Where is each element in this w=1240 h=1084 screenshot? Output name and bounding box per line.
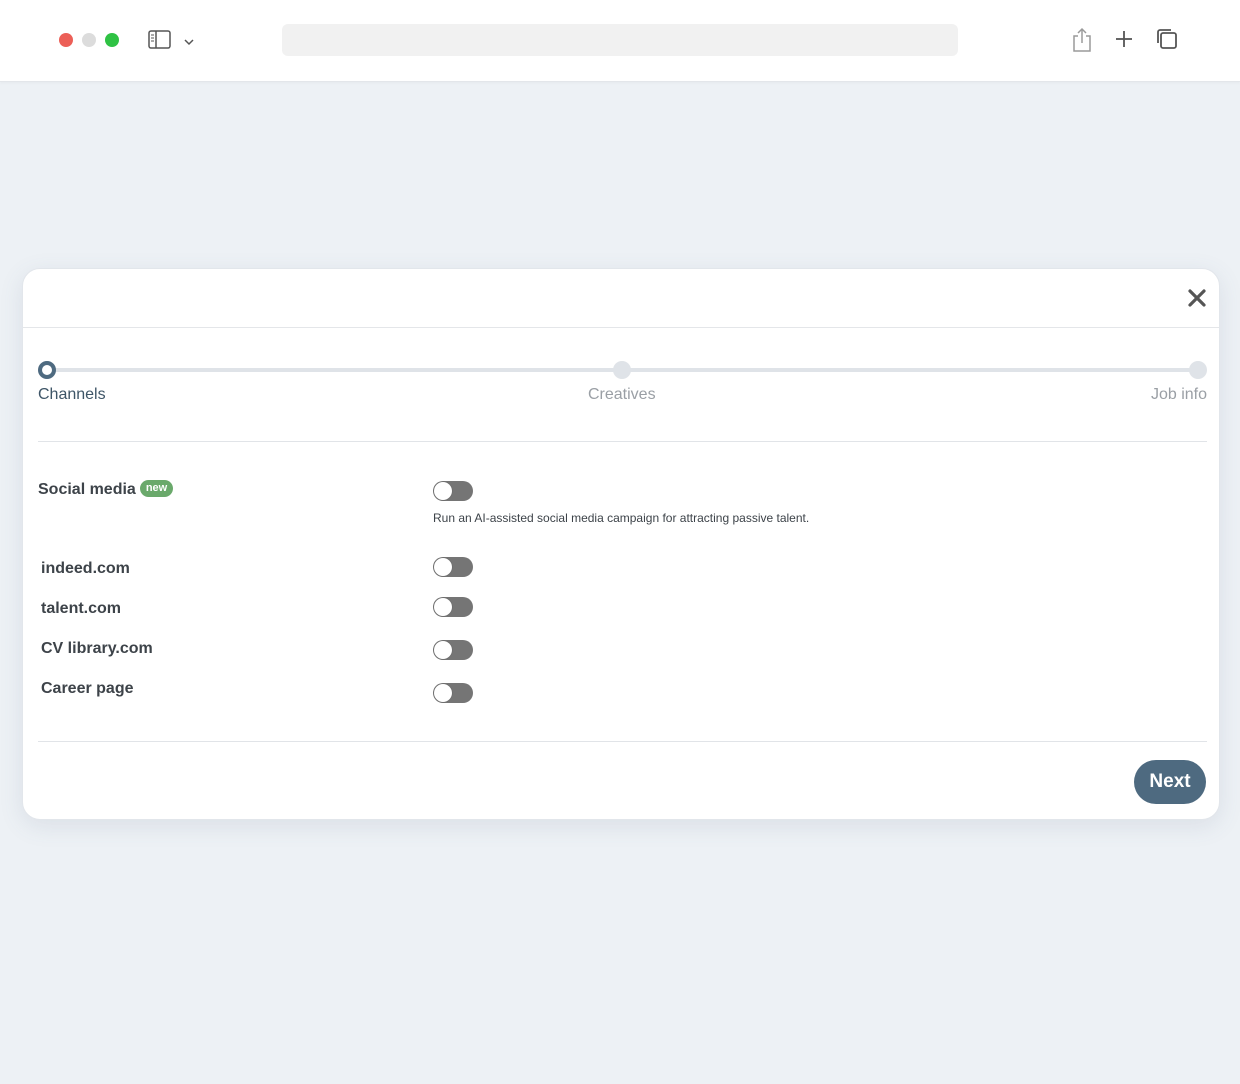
step-dot-job-info[interactable]	[1189, 361, 1207, 379]
step-label-job-info[interactable]: Job info	[1151, 386, 1207, 404]
channel-label-cv-library: CV library.com	[41, 640, 153, 657]
close-icon[interactable]	[1185, 286, 1209, 310]
close-window-button[interactable]	[59, 33, 73, 47]
step-dot-creatives[interactable]	[613, 361, 631, 379]
channel-label-career-page: Career page	[41, 680, 134, 697]
social-media-toggle[interactable]	[433, 481, 473, 501]
cv-library-toggle[interactable]	[433, 640, 473, 660]
next-button[interactable]: Next	[1134, 760, 1206, 804]
share-icon[interactable]	[1071, 27, 1093, 58]
job-posting-modal: Channels Creatives Job info Social media…	[22, 268, 1220, 820]
divider	[38, 441, 1207, 442]
divider	[38, 741, 1207, 742]
career-page-toggle[interactable]	[433, 683, 473, 703]
channel-label-talent: talent.com	[41, 600, 122, 617]
minimize-window-button[interactable]	[82, 33, 96, 47]
modal-header	[23, 269, 1219, 328]
progress-stepper: Channels Creatives Job info	[38, 361, 1207, 421]
tab-overview-icon[interactable]	[1155, 27, 1179, 56]
step-label-creatives[interactable]: Creatives	[588, 386, 656, 404]
step-dot-channels[interactable]	[38, 361, 56, 379]
channel-name: Social media	[38, 481, 136, 498]
chevron-down-icon[interactable]	[183, 34, 195, 52]
zoom-window-button[interactable]	[105, 33, 119, 47]
channel-label-social-media: Social media new	[38, 480, 174, 499]
talent-toggle[interactable]	[433, 597, 473, 617]
new-badge: new	[139, 480, 174, 498]
address-bar[interactable]	[282, 24, 958, 56]
channel-label-indeed: indeed.com	[41, 560, 130, 577]
social-media-description: Run an AI-assisted social media campaign…	[433, 511, 810, 525]
browser-toolbar	[0, 0, 1240, 82]
step-label-channels[interactable]: Channels	[38, 386, 106, 404]
new-tab-icon[interactable]	[1113, 27, 1135, 56]
indeed-toggle[interactable]	[433, 557, 473, 577]
sidebar-toggle-icon[interactable]	[148, 30, 172, 55]
